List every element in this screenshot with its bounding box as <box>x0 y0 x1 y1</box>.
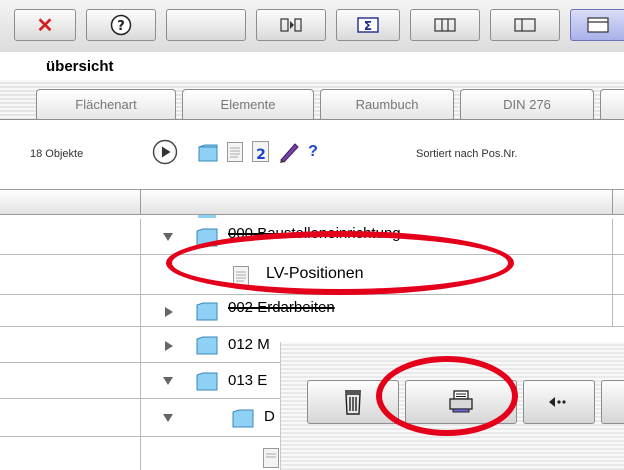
columns-button[interactable] <box>410 9 480 41</box>
folder-icon <box>232 409 254 428</box>
columns-icon <box>434 18 456 32</box>
folder-icon <box>196 302 218 321</box>
tab-next[interactable] <box>600 89 624 119</box>
sum-button[interactable]: Σ <box>336 9 400 41</box>
column-divider[interactable] <box>140 190 141 214</box>
close-icon: ✕ <box>36 14 54 37</box>
column-divider[interactable] <box>612 190 613 214</box>
back-button[interactable] <box>523 380 595 424</box>
tab-raumbuch[interactable]: Raumbuch <box>320 89 454 119</box>
sort-label: Sortiert nach Pos.Nr. <box>416 148 518 160</box>
close-button[interactable]: ✕ <box>14 9 76 41</box>
section-title: übersicht <box>46 58 114 75</box>
expanded-triangle-icon[interactable] <box>162 376 174 386</box>
tree-item-label: 012 M <box>228 336 270 353</box>
collapsed-triangle-icon[interactable] <box>164 340 174 352</box>
tab-flaechenart[interactable]: Flächenart <box>36 89 176 119</box>
window-button[interactable] <box>570 9 624 41</box>
tree-item-label: 002 Erdarbeiten <box>228 299 335 316</box>
numbered-document-icon: 2 <box>252 141 269 163</box>
edit-button[interactable] <box>276 137 302 167</box>
info-bar: 18 Objekte 2 ? Sortiert nach Pos.Nr. <box>0 121 624 189</box>
back-arrow-icon <box>549 397 566 407</box>
highlight-print-button <box>376 356 518 436</box>
table-row[interactable]: 002 Erdarbeiten <box>0 295 624 327</box>
play-button[interactable] <box>150 137 180 167</box>
expanded-triangle-icon[interactable] <box>162 413 174 423</box>
empty-button[interactable] <box>166 9 246 41</box>
tab-elemente[interactable]: Elemente <box>182 89 314 119</box>
document-icon <box>227 142 243 162</box>
sum-icon: Σ <box>357 17 379 33</box>
panel-next-button[interactable] <box>601 380 624 424</box>
highlight-lv-positionen <box>166 231 514 295</box>
step-button[interactable] <box>256 9 326 41</box>
list-header <box>0 189 624 215</box>
tree-item-label: D <box>264 408 275 425</box>
tab-din-276[interactable]: DIN 276 <box>460 89 594 119</box>
folder-icon <box>196 336 218 355</box>
tree-item-label: 013 E <box>228 372 268 389</box>
play-icon <box>152 139 178 165</box>
document-icon <box>263 448 279 468</box>
folder-icon <box>198 144 218 162</box>
split-view-icon <box>514 18 536 32</box>
split-view-button[interactable] <box>490 9 560 41</box>
object-count: 18 Objekte <box>30 148 84 160</box>
numbered-document-button[interactable]: 2 <box>250 137 272 167</box>
play-step-icon <box>280 18 302 32</box>
expanded-triangle-icon[interactable] <box>162 232 174 242</box>
document-button[interactable] <box>224 137 246 167</box>
svg-text:?: ? <box>117 19 125 34</box>
window-icon <box>586 17 609 33</box>
help-icon: ? <box>110 14 132 36</box>
trash-icon <box>345 390 361 415</box>
pen-icon <box>280 143 299 163</box>
collapsed-triangle-icon[interactable] <box>164 306 174 318</box>
folder-icon <box>196 372 218 391</box>
help-button[interactable]: ? <box>86 9 156 41</box>
folder-button[interactable] <box>196 137 220 167</box>
svg-text:Σ: Σ <box>364 19 372 33</box>
svg-text:2: 2 <box>256 147 266 163</box>
tab-bar: Flächenart Elemente Raumbuch DIN 276 <box>0 80 624 120</box>
info-help-button[interactable]: ? <box>304 137 322 167</box>
main-toolbar: ✕ ? Σ <box>0 0 624 52</box>
